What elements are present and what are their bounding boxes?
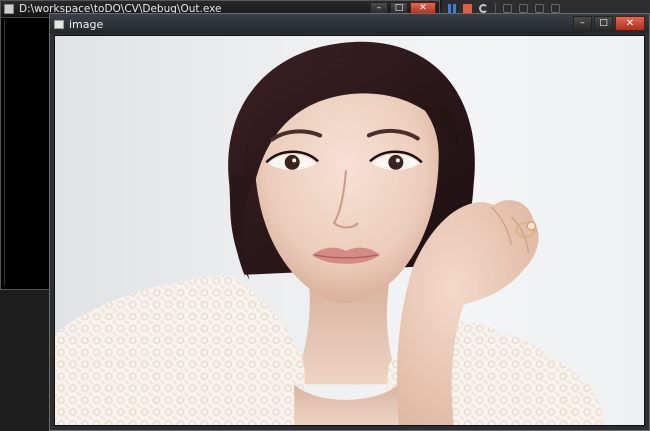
portrait-photo — [55, 41, 606, 425]
hex-icon[interactable] — [551, 4, 560, 13]
step-icon[interactable] — [503, 4, 512, 13]
minimize-button[interactable]: – — [573, 16, 592, 31]
maximize-button[interactable]: □ — [594, 16, 613, 31]
image-window[interactable]: image – □ ✕ — [49, 13, 650, 431]
chest — [294, 384, 402, 425]
image-window-title: image — [69, 17, 104, 31]
blouse-left — [55, 274, 307, 425]
stop-icon[interactable] — [463, 4, 472, 13]
image-window-app-icon — [54, 19, 64, 29]
step-into-icon[interactable] — [519, 4, 528, 13]
close-button[interactable]: ✕ — [615, 16, 645, 31]
image-window-titlebar[interactable]: image – □ ✕ — [50, 14, 649, 34]
restart-icon[interactable] — [479, 4, 488, 13]
step-out-icon[interactable] — [535, 4, 544, 13]
console-app-icon — [4, 4, 14, 14]
image-canvas — [54, 35, 645, 426]
pause-icon[interactable] — [448, 4, 456, 13]
